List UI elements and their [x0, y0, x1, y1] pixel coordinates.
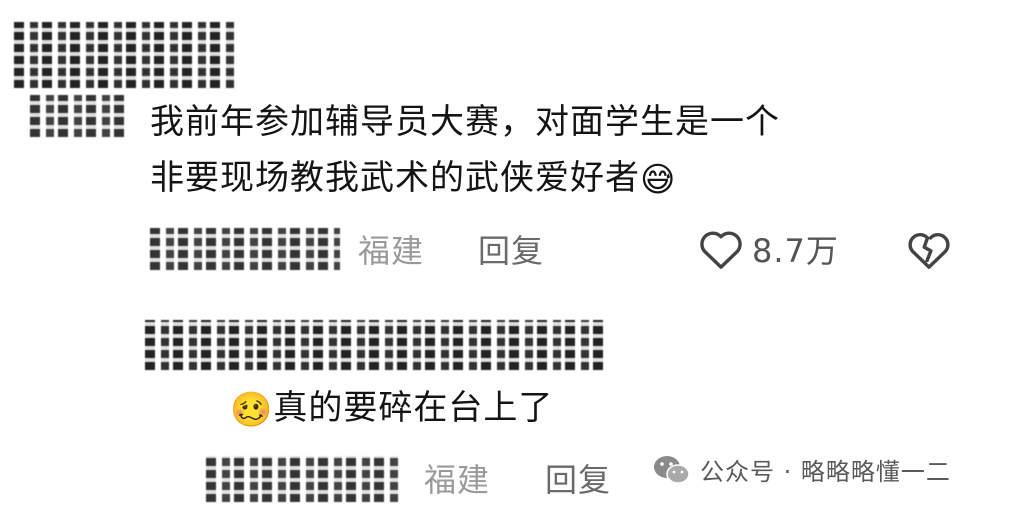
comment-1-body: 我前年参加辅导员大赛，对面学生是一个 非要现场教我武术的武侠爱好者😅: [150, 94, 950, 206]
watermark-text: 公众号 · 略略略懂一二: [700, 458, 951, 486]
comment-1-location: 福建: [358, 232, 425, 270]
like-button[interactable]: [698, 228, 744, 270]
broken-heart-icon: [908, 233, 950, 269]
redacted-username-meta-1: [150, 228, 340, 270]
redacted-username-2: [145, 320, 603, 370]
comment-2-body: 🥴真的要碎在台上了: [230, 380, 553, 436]
woozy-face-emoji: 🥴: [230, 389, 274, 430]
dislike-button[interactable]: [906, 228, 952, 270]
redacted-username-1b: [30, 95, 125, 137]
comment-2-location: 福建: [424, 461, 491, 499]
comment-1-reply-button[interactable]: 回复: [478, 226, 544, 272]
comment-2-reply-button[interactable]: 回复: [545, 455, 611, 501]
wechat-icon: [654, 455, 690, 484]
watermark: 公众号 · 略略略懂一二: [652, 452, 951, 487]
comment-2-text: 真的要碎在台上了: [273, 388, 554, 428]
sweat-smile-emoji: 😅: [640, 159, 677, 200]
comment-1-line-1: 我前年参加辅导员大赛，对面学生是一个: [150, 102, 780, 142]
heart-outline-icon: [700, 231, 742, 269]
redacted-username-meta-2: [206, 456, 402, 502]
like-count: 8.7万: [752, 232, 839, 270]
redacted-username-1: [14, 22, 234, 88]
comment-1-line-2-text: 非要现场教我武术的武侠爱好者: [150, 158, 640, 198]
comment-1-line-2: 非要现场教我武术的武侠爱好者😅: [150, 150, 950, 206]
